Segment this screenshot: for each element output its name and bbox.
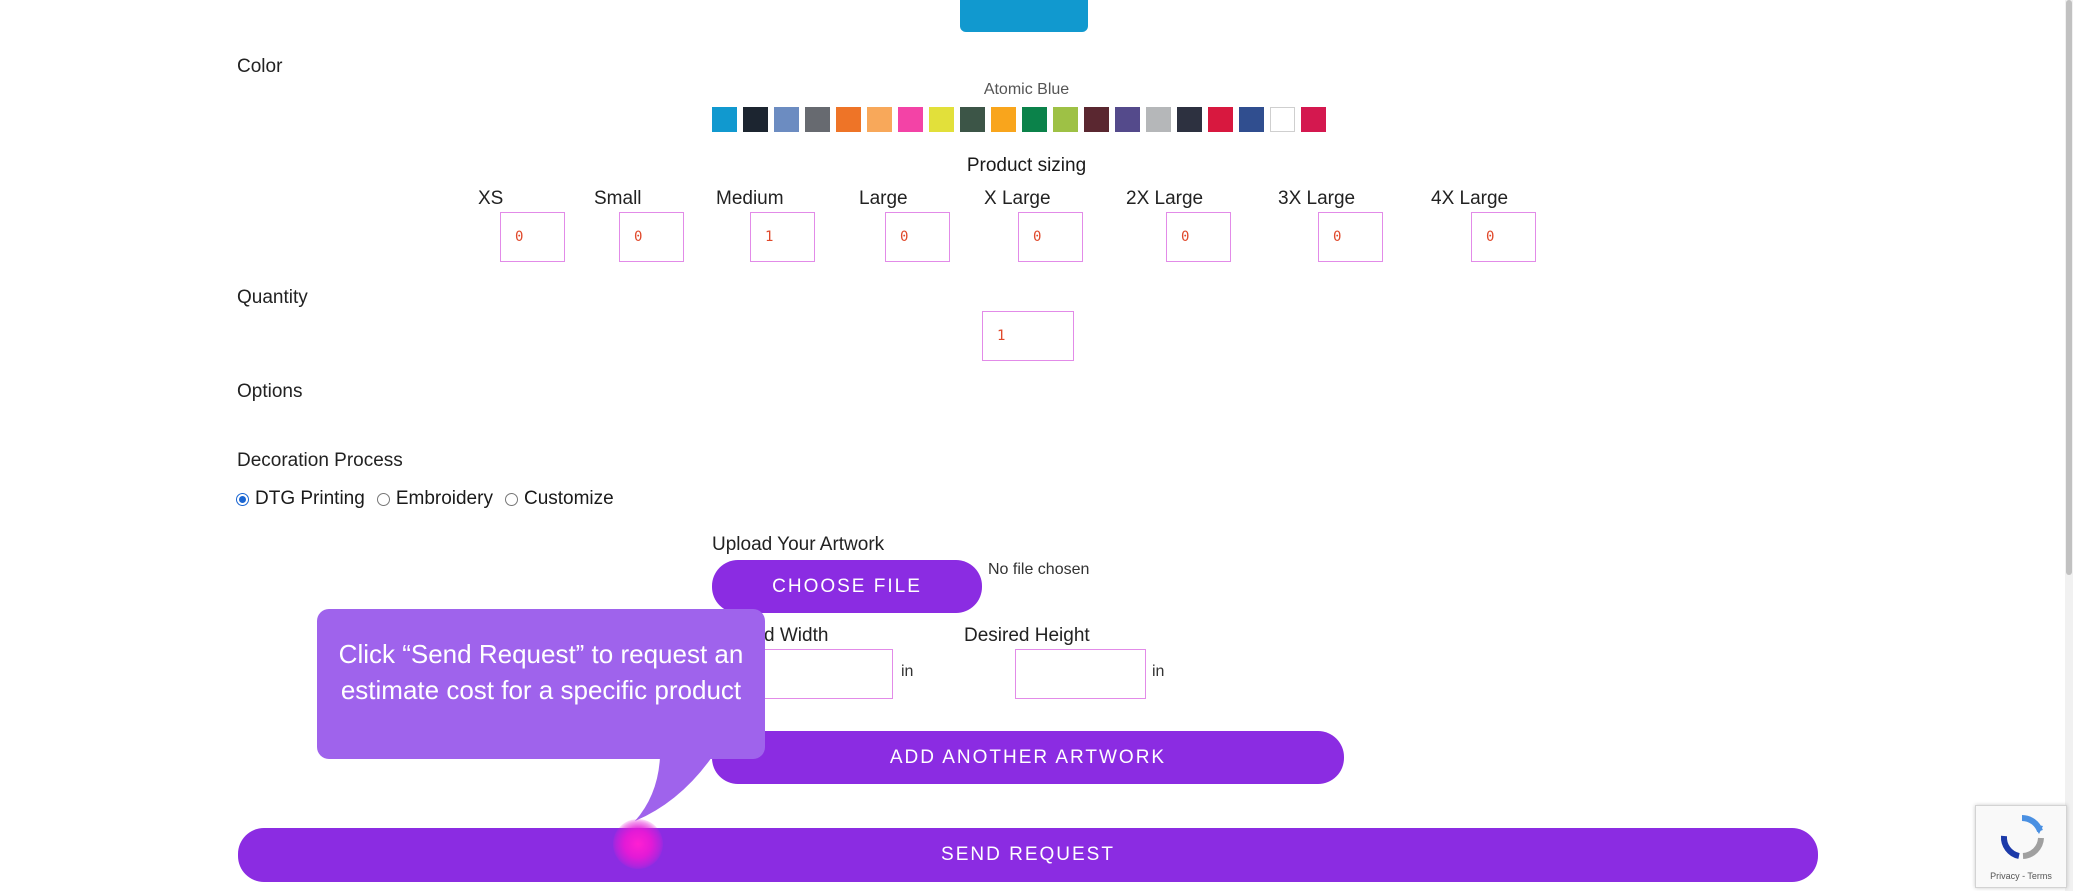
color-swatch[interactable]: [1084, 107, 1109, 132]
size-label-x-large: X Large: [984, 188, 1051, 209]
radio-button-dtg-printing[interactable]: [236, 492, 249, 506]
color-swatch[interactable]: [1022, 107, 1047, 132]
size-label-medium: Medium: [716, 188, 784, 209]
color-swatch[interactable]: [1208, 107, 1233, 132]
tutorial-tooltip: Click “Send Request” to request an estim…: [317, 609, 765, 759]
size-input-2x-large[interactable]: [1166, 212, 1231, 262]
radio-label-embroidery: Embroidery: [395, 488, 493, 509]
size-input-4x-large[interactable]: [1471, 212, 1536, 262]
size-input-3x-large[interactable]: [1318, 212, 1383, 262]
no-file-chosen-text: No file chosen: [988, 561, 1090, 578]
radio-label-customize: Customize: [523, 488, 614, 509]
product-preview-image: [960, 0, 1088, 32]
color-swatch[interactable]: [867, 107, 892, 132]
recaptcha-badge[interactable]: Privacy - Terms: [1975, 805, 2067, 888]
color-swatch[interactable]: [929, 107, 954, 132]
scrollbar-thumb[interactable]: [2066, 0, 2072, 575]
product-sizing-title: Product sizing: [966, 155, 1087, 176]
color-swatch[interactable]: [960, 107, 985, 132]
selected-color-name: Atomic Blue: [983, 81, 1070, 98]
desired-width-label: d Width: [764, 625, 829, 646]
color-swatch[interactable]: [805, 107, 830, 132]
color-swatch[interactable]: [743, 107, 768, 132]
size-label-xs: XS: [478, 188, 504, 209]
desired-height-input[interactable]: [1015, 649, 1146, 699]
color-swatch[interactable]: [1239, 107, 1264, 132]
options-label: Options: [237, 381, 303, 402]
color-swatch[interactable]: [1053, 107, 1078, 132]
color-swatch[interactable]: [1115, 107, 1140, 132]
quantity-input[interactable]: [982, 311, 1074, 361]
desired-height-label: Desired Height: [964, 625, 1090, 646]
tooltip-text: Click “Send Request” to request an estim…: [338, 639, 744, 705]
color-swatches: [712, 107, 1326, 132]
height-unit: in: [1152, 663, 1165, 680]
size-label-4x-large: 4X Large: [1431, 188, 1509, 209]
color-swatch[interactable]: [774, 107, 799, 132]
color-swatch[interactable]: [1270, 107, 1295, 132]
radio-label-dtg-printing: DTG Printing: [255, 488, 365, 509]
size-input-xs[interactable]: [500, 212, 565, 262]
width-unit: in: [901, 663, 914, 680]
quantity-label: Quantity: [237, 287, 308, 308]
recaptcha-icon: [2000, 815, 2044, 859]
decoration-process-label: Decoration Process: [237, 450, 403, 471]
size-label-large: Large: [859, 188, 908, 209]
color-label: Color: [237, 56, 283, 77]
click-hotspot-indicator: [613, 819, 663, 869]
send-request-button[interactable]: SEND REQUEST: [238, 828, 1818, 882]
radio-option-dtg-printing[interactable]: DTG Printing: [236, 488, 365, 510]
size-input-small[interactable]: [619, 212, 684, 262]
size-label-2x-large: 2X Large: [1126, 188, 1204, 209]
tooltip-pointer: [635, 757, 712, 821]
size-input-x-large[interactable]: [1018, 212, 1083, 262]
size-label-3x-large: 3X Large: [1278, 188, 1356, 209]
radio-option-embroidery[interactable]: Embroidery: [376, 488, 493, 510]
color-swatch[interactable]: [1301, 107, 1326, 132]
size-label-small: Small: [594, 188, 642, 209]
radio-option-customize[interactable]: Customize: [504, 488, 614, 510]
recaptcha-footer: Privacy - Terms: [1990, 871, 2052, 881]
color-swatch[interactable]: [712, 107, 737, 132]
size-input-medium[interactable]: [750, 212, 815, 262]
upload-artwork-label: Upload Your Artwork: [712, 534, 885, 555]
size-input-large[interactable]: [885, 212, 950, 262]
choose-file-button[interactable]: CHOOSE FILE: [712, 560, 982, 613]
color-swatch[interactable]: [836, 107, 861, 132]
color-swatch[interactable]: [898, 107, 923, 132]
radio-button-customize[interactable]: [504, 492, 518, 506]
color-swatch[interactable]: [1146, 107, 1171, 132]
desired-width-input[interactable]: [760, 649, 893, 699]
decoration-process-options: DTG Printing Embroidery Customize: [236, 488, 626, 510]
add-another-artwork-button[interactable]: ADD ANOTHER ARTWORK: [712, 731, 1344, 784]
color-swatch[interactable]: [991, 107, 1016, 132]
radio-button-embroidery[interactable]: [376, 492, 390, 506]
color-swatch[interactable]: [1177, 107, 1202, 132]
